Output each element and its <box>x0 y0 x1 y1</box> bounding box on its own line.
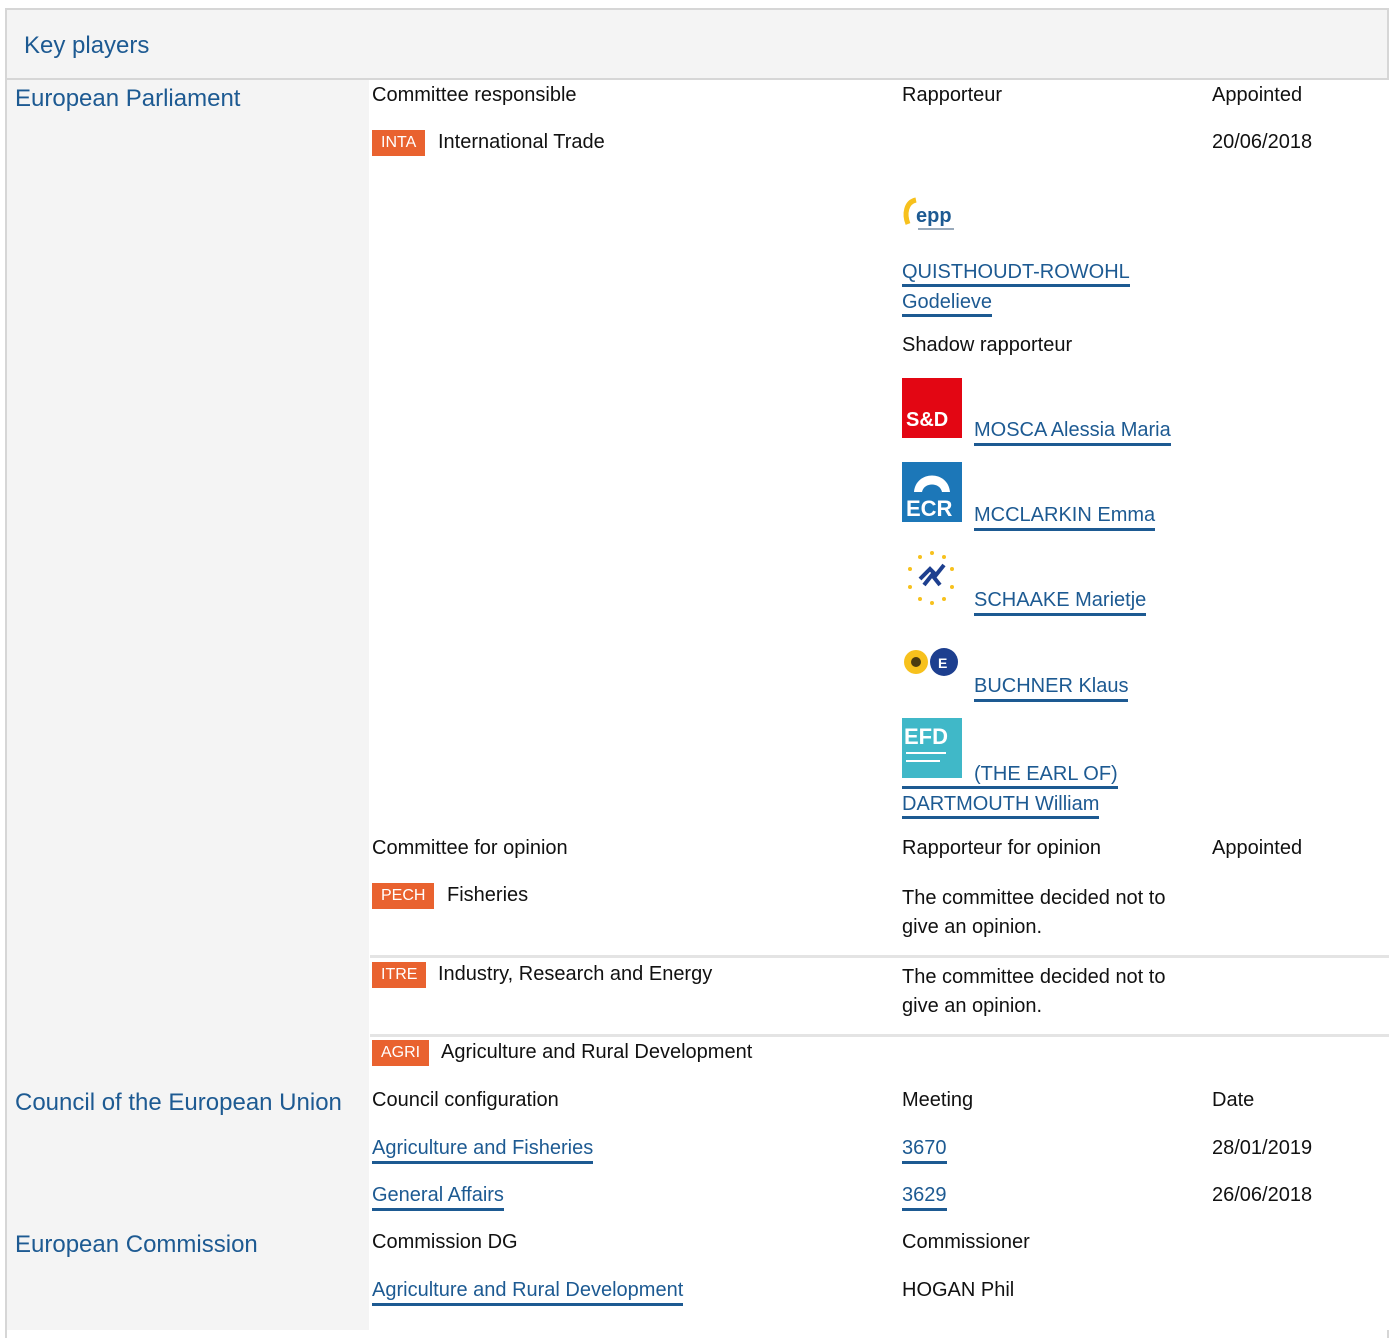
institution-council: Council of the European Union <box>15 1089 342 1116</box>
shadow-dartmouth-line2: DARTMOUTH William <box>902 793 1100 815</box>
header-date: Date <box>1212 1089 1255 1111</box>
meeting-date: 26/06/2018 <box>1212 1184 1313 1206</box>
header-rapporteur-opinion: Rapporteur for opinion <box>902 837 1102 859</box>
rapporteur-name-line1: QUISTHOUDT-ROWOHL <box>902 261 1130 283</box>
commissioner-name: HOGAN Phil <box>902 1279 1015 1301</box>
opinion-note-itre-l2: give an opinion. <box>902 995 1043 1017</box>
institution-column: European Parliament Council of the Europ… <box>7 80 369 1330</box>
commission-dg-link[interactable]: Agriculture and Rural Development <box>372 1279 684 1306</box>
council-config-link[interactable]: General Affairs <box>372 1184 504 1211</box>
ecr-logo-icon: ECR <box>902 462 962 522</box>
rapporteur-name-block: QUISTHOUDT-ROWOHL Godelieve <box>902 257 1130 317</box>
header-appointed-opinion: Appointed <box>1212 837 1303 859</box>
header-commissioner: Commissioner <box>902 1231 1030 1253</box>
committee-badge-itre: ITRE <box>372 962 427 988</box>
rapporteur-name-line2: Godelieve <box>902 291 993 313</box>
shadow-link-mosca[interactable]: MOSCA Alessia Maria <box>974 419 1171 446</box>
divider <box>370 1034 1389 1037</box>
header-committee-responsible: Committee responsible <box>372 84 577 106</box>
opinion-note-itre-l1: The committee decided not to <box>902 966 1166 988</box>
committee-name-agri: Agriculture and Rural Development <box>441 1041 753 1063</box>
committee-name-inta: International Trade <box>438 131 605 153</box>
rapporteur-link[interactable]: QUISTHOUDT-ROWOHL Godelieve <box>902 261 1130 317</box>
institution-commission: European Commission <box>15 1231 258 1258</box>
institution-ep: European Parliament <box>15 85 241 112</box>
opinion-note-itre: The committee decided not to give an opin… <box>902 963 1165 1021</box>
shadow-link-buchner[interactable]: BUCHNER Klaus <box>974 675 1129 702</box>
shadow-dartmouth-line1: (THE EARL OF) <box>974 763 1118 785</box>
header-commission-dg: Commission DG <box>372 1231 518 1253</box>
shadow-rapporteur-label: Shadow rapporteur <box>902 334 1073 356</box>
opinion-note-pech: The committee decided not to give an opin… <box>902 884 1165 942</box>
section-title: Key players <box>24 32 150 59</box>
committee-name-pech: Fisheries <box>447 884 529 906</box>
shadow-link-schaake[interactable]: SCHAAKE Marietje <box>974 589 1147 616</box>
svg-text:ECR: ECR <box>906 496 953 521</box>
shadow-link-dartmouth[interactable]: (THE EARL OF) DARTMOUTH William <box>902 763 1118 819</box>
section-header: Key players <box>5 8 1389 80</box>
epp-logo-icon: epp <box>902 186 962 246</box>
svg-text:E: E <box>938 655 947 671</box>
header-committee-opinion: Committee for opinion <box>372 837 568 859</box>
alde-logo-icon <box>902 547 962 607</box>
appointed-date: 20/06/2018 <box>1212 131 1313 153</box>
svg-text:epp: epp <box>916 205 952 227</box>
committee-badge-inta: INTA <box>372 130 426 156</box>
shadow-name-block-dartmouth: (THE EARL OF) DARTMOUTH William <box>902 759 1118 819</box>
greens-logo-icon: E <box>902 632 962 692</box>
council-config-link[interactable]: Agriculture and Fisheries <box>372 1137 594 1164</box>
header-meeting: Meeting <box>902 1089 974 1111</box>
divider <box>370 955 1389 958</box>
shadow-link-mcclarkin[interactable]: MCCLARKIN Emma <box>974 504 1156 531</box>
header-council-config: Council configuration <box>372 1089 559 1111</box>
svg-text:EFD: EFD <box>904 724 948 749</box>
meeting-link[interactable]: 3670 <box>902 1137 947 1164</box>
opinion-note-pech-l1: The committee decided not to <box>902 887 1166 909</box>
header-appointed: Appointed <box>1212 84 1303 106</box>
meeting-date: 28/01/2019 <box>1212 1137 1313 1159</box>
opinion-note-pech-l2: give an opinion. <box>902 916 1043 938</box>
sd-logo-icon: S&D <box>902 378 962 438</box>
header-rapporteur: Rapporteur <box>902 84 1003 106</box>
svg-text:S&D: S&D <box>906 409 948 431</box>
committee-name-itre: Industry, Research and Energy <box>438 963 713 985</box>
meeting-link[interactable]: 3629 <box>902 1184 947 1211</box>
committee-badge-agri: AGRI <box>372 1040 430 1066</box>
committee-badge-pech: PECH <box>372 883 435 909</box>
